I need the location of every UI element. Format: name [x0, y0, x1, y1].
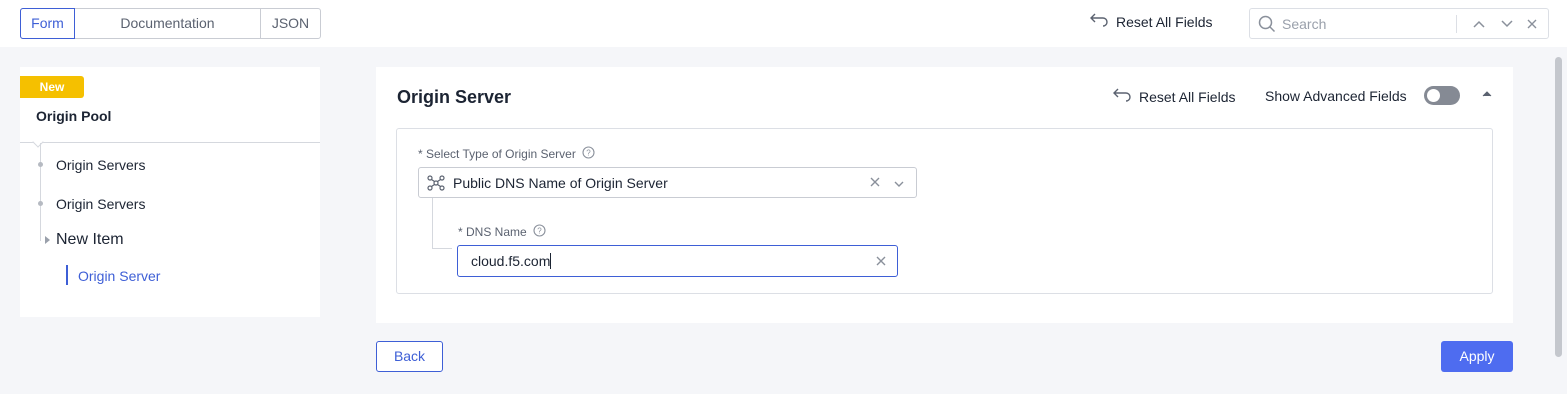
section-title: Origin Server: [397, 87, 512, 107]
undo-icon: [1113, 88, 1131, 105]
top-toolbar: Form Documentation JSON Reset All Fields: [0, 0, 1567, 47]
tab-documentation[interactable]: Documentation: [75, 9, 261, 38]
page-scrollbar[interactable]: [1551, 47, 1567, 394]
dns-name-value: cloud.f5.com: [471, 253, 551, 269]
origin-type-select[interactable]: Public DNS Name of Origin Server: [418, 167, 917, 198]
clear-icon[interactable]: [875, 254, 887, 272]
nesting-line: [432, 198, 433, 248]
scrollbar-thumb[interactable]: [1555, 57, 1562, 357]
text-caret: [550, 253, 552, 269]
tree-bullet: [38, 162, 43, 167]
apply-button[interactable]: Apply: [1441, 341, 1513, 372]
section-reset-button[interactable]: Reset All Fields: [1113, 88, 1235, 105]
active-indicator: [66, 265, 68, 285]
undo-icon: [1090, 13, 1108, 30]
search-icon: [1258, 15, 1276, 38]
sidebar-item-origin-servers-2[interactable]: Origin Servers: [56, 196, 145, 212]
search-box: [1249, 8, 1549, 39]
chevron-down-icon[interactable]: [1498, 15, 1516, 33]
tree-line: [40, 143, 41, 241]
reset-all-fields-button[interactable]: Reset All Fields: [1090, 13, 1212, 30]
sidebar-title: Origin Pool: [36, 108, 112, 124]
sidebar-divider-notch: [32, 136, 44, 148]
chevron-down-icon[interactable]: [893, 176, 905, 194]
search-divider: [1456, 15, 1457, 33]
chevron-up-icon[interactable]: [1470, 15, 1488, 33]
sidebar-divider: [20, 142, 320, 143]
help-icon[interactable]: ?: [582, 146, 595, 162]
sidebar-item-origin-server[interactable]: Origin Server: [78, 268, 160, 284]
reset-all-fields-label: Reset All Fields: [1116, 13, 1213, 30]
sidebar: New Origin Pool Origin Servers Origin Se…: [20, 67, 320, 317]
origin-type-label-text: * Select Type of Origin Server: [418, 147, 576, 161]
tab-form[interactable]: Form: [20, 8, 75, 39]
close-icon[interactable]: [1523, 15, 1541, 33]
origin-server-form: * Select Type of Origin Server ? Public …: [396, 128, 1493, 294]
show-advanced-toggle[interactable]: [1424, 86, 1460, 105]
tab-json[interactable]: JSON: [261, 9, 320, 38]
back-button[interactable]: Back: [376, 341, 443, 372]
section-reset-label: Reset All Fields: [1139, 88, 1236, 105]
dns-name-field[interactable]: cloud.f5.com: [457, 245, 898, 277]
new-badge: New: [20, 76, 84, 98]
nesting-line: [432, 248, 452, 249]
caret-right-icon: [45, 236, 50, 244]
toggle-knob: [1427, 89, 1440, 102]
network-icon: [427, 175, 445, 196]
svg-text:?: ?: [537, 227, 542, 236]
dns-name-label-text: * DNS Name: [458, 225, 527, 239]
tree-bullet: [38, 201, 43, 206]
dns-name-value-wrap: cloud.f5.com: [471, 253, 552, 269]
clear-icon[interactable]: [869, 175, 881, 193]
collapse-icon[interactable]: [1480, 87, 1494, 101]
dns-name-label: * DNS Name ?: [458, 224, 546, 240]
origin-type-value: Public DNS Name of Origin Server: [453, 175, 668, 191]
origin-server-card: Origin Server Reset All Fields Show Adva…: [376, 67, 1513, 323]
sidebar-item-new-item[interactable]: New Item: [56, 231, 124, 249]
view-tabs: Form Documentation JSON: [20, 8, 321, 39]
show-advanced-label: Show Advanced Fields: [1265, 88, 1407, 104]
origin-type-label: * Select Type of Origin Server ?: [418, 146, 595, 162]
svg-text:?: ?: [586, 149, 591, 158]
help-icon[interactable]: ?: [533, 224, 546, 240]
sidebar-item-origin-servers[interactable]: Origin Servers: [56, 157, 145, 173]
search-input[interactable]: [1282, 14, 1442, 34]
